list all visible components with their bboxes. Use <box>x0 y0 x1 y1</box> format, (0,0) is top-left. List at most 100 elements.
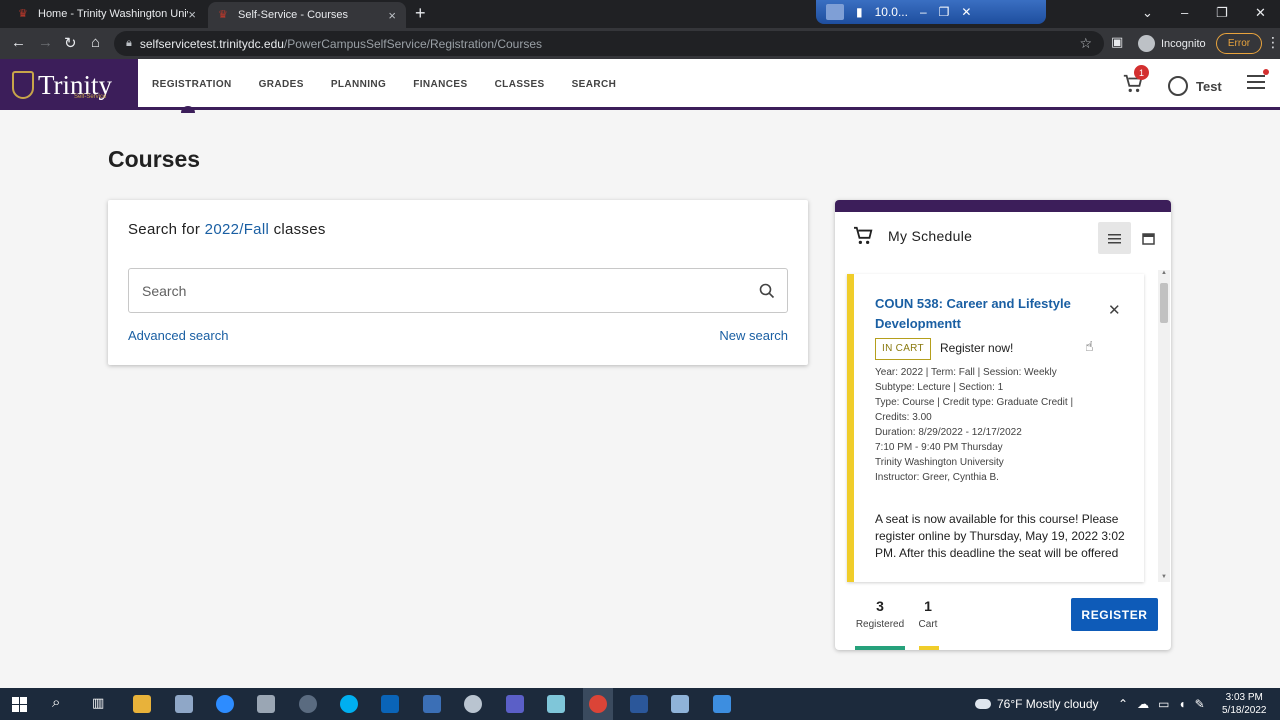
lock-icon[interactable]: 🔒︎ <box>126 37 132 50</box>
window-minimize-icon[interactable]: – <box>1181 5 1188 20</box>
back-icon[interactable]: ← <box>11 34 26 51</box>
minimize-icon[interactable]: – <box>920 5 927 19</box>
zoom-icon[interactable] <box>216 695 234 713</box>
remove-course-icon[interactable]: ✕ <box>1108 301 1121 319</box>
scroll-down-icon[interactable]: ▼ <box>1161 574 1167 580</box>
nav-grades[interactable]: GRADES <box>259 59 304 110</box>
snipping-tool-icon[interactable] <box>547 695 565 713</box>
notepad-icon[interactable] <box>671 695 689 713</box>
remote-desktop-icon[interactable] <box>423 695 441 713</box>
system-clock[interactable]: 3:03 PM 5/18/2022 <box>1222 691 1267 717</box>
nav-registration[interactable]: REGISTRATION <box>152 59 232 113</box>
chrome-icon[interactable] <box>589 695 607 713</box>
tab-search-icon[interactable]: ⌄ <box>1142 5 1153 21</box>
user-menu[interactable]: Test <box>1168 76 1222 96</box>
clock-date: 5/18/2022 <box>1222 705 1267 716</box>
incognito-label: Incognito <box>1161 37 1206 50</box>
hamburger-menu-icon[interactable] <box>1247 75 1265 93</box>
outlook-icon[interactable] <box>381 695 399 713</box>
incognito-icon <box>1138 35 1155 52</box>
url-host: selfservicetest.trinitydc.edu <box>139 36 284 51</box>
error-button[interactable]: Error <box>1216 33 1262 54</box>
network-icon[interactable]: ▭ <box>1158 697 1169 711</box>
close-tab-icon[interactable]: × <box>388 8 396 23</box>
side-panel-icon[interactable]: ▣ <box>1111 34 1123 50</box>
course-card: COUN 538: Career and Lifestyle Developme… <box>847 274 1144 582</box>
course-title-link[interactable]: COUN 538: Career and Lifestyle Developme… <box>875 294 1075 334</box>
windows-start-icon[interactable] <box>12 697 27 712</box>
file-explorer-icon[interactable] <box>133 695 151 713</box>
browser-menu-icon[interactable]: ⋮ <box>1266 34 1280 51</box>
remote-desktop-bar: ▮ 10.0... – ❐ ✕ <box>816 0 1046 24</box>
registered-count: 3 Registered <box>855 598 905 630</box>
detail-line: Trinity Washington University <box>875 457 1004 468</box>
search-icon[interactable]: ⌕ <box>52 694 60 711</box>
notification-dot <box>1263 69 1269 75</box>
cart-count: 1 Cart <box>915 598 941 630</box>
word-icon[interactable] <box>630 695 648 713</box>
search-heading: Search for 2022/Fall classes <box>128 221 326 238</box>
detail-line: Credits: 3.00 <box>875 412 932 423</box>
list-view-button[interactable] <box>1098 222 1131 254</box>
cloud-icon <box>975 699 991 709</box>
cart-count-badge: 1 <box>1134 65 1149 80</box>
tab-title: Self-Service - Courses <box>238 9 349 21</box>
new-search-link[interactable]: New search <box>719 328 788 343</box>
reload-icon[interactable]: ↻ <box>64 34 77 52</box>
calendar-icon <box>1141 232 1155 245</box>
browser-address-bar: ← → ↻ ⌂ 🔒︎ selfservicetest.trinitydc.edu… <box>0 28 1280 59</box>
url-field[interactable]: 🔒︎ selfservicetest.trinitydc.edu /PowerC… <box>114 31 1104 56</box>
register-button[interactable]: REGISTER <box>1071 598 1158 631</box>
volume-icon[interactable]: ◖ <box>1178 697 1185 711</box>
tray-expand-icon[interactable]: ⌃ <box>1118 697 1128 711</box>
nav-finances[interactable]: FINANCES <box>413 59 467 110</box>
weather-widget[interactable]: 76°F Mostly cloudy <box>975 697 1099 711</box>
close-icon[interactable]: ✕ <box>961 5 971 19</box>
calendar-view-button[interactable] <box>1133 222 1163 254</box>
skype-icon[interactable] <box>340 695 358 713</box>
search-input[interactable] <box>129 269 729 312</box>
app-icon[interactable] <box>464 695 482 713</box>
search-icon[interactable] <box>759 283 775 299</box>
main-nav: REGISTRATION GRADES PLANNING FINANCES CL… <box>152 59 643 113</box>
close-tab-icon[interactable]: × <box>188 7 196 22</box>
course-details: Year: 2022 | Term: Fall | Session: Weekl… <box>875 365 1137 485</box>
user-name: Test <box>1196 78 1222 94</box>
pin-icon[interactable] <box>826 4 844 20</box>
restore-icon[interactable]: ❐ <box>939 5 950 19</box>
cart-icon <box>854 226 873 244</box>
onedrive-icon[interactable]: ☁ <box>1137 697 1149 711</box>
incognito-indicator[interactable]: Incognito <box>1138 35 1206 52</box>
security-app-icon[interactable] <box>299 695 317 713</box>
forward-icon[interactable]: → <box>38 34 53 51</box>
schedule-accent-bar <box>835 200 1171 212</box>
task-view-icon[interactable]: ▥ <box>92 695 104 711</box>
trinity-logo[interactable]: Trinity Self-Service <box>0 59 138 110</box>
tab-home[interactable]: ♛ Home - Trinity Washington Unive × <box>8 0 206 28</box>
pen-icon[interactable]: ✎ <box>1195 697 1205 711</box>
scroll-up-icon[interactable]: ▲ <box>1161 270 1167 276</box>
nav-classes[interactable]: CLASSES <box>495 59 545 110</box>
scroll-thumb[interactable] <box>1160 283 1168 323</box>
tab-self-service-courses[interactable]: ♛ Self-Service - Courses × <box>208 2 406 28</box>
list-icon <box>1108 233 1121 243</box>
new-tab-button[interactable]: + <box>415 3 426 24</box>
window-maximize-icon[interactable]: ❐ <box>1216 5 1228 21</box>
schedule-scrollbar[interactable]: ▲ ▼ <box>1158 270 1170 582</box>
window-close-icon[interactable]: ✕ <box>1255 5 1266 21</box>
monitor-app-icon[interactable] <box>713 695 731 713</box>
bookmark-star-icon[interactable]: ☆ <box>1079 35 1092 52</box>
tools-icon[interactable] <box>257 695 275 713</box>
search-box <box>128 268 788 313</box>
page-title: Courses <box>108 146 201 172</box>
logo-subtitle: Self-Service <box>74 94 107 100</box>
search-term-link[interactable]: 2022/Fall <box>205 221 269 238</box>
nav-search[interactable]: SEARCH <box>572 59 617 110</box>
register-now-text: Register now! <box>940 341 1014 355</box>
nav-planning[interactable]: PLANNING <box>331 59 386 110</box>
detail-line: Duration: 8/29/2022 - 12/17/2022 <box>875 427 1022 438</box>
teams-icon[interactable] <box>506 695 524 713</box>
advanced-search-link[interactable]: Advanced search <box>128 328 228 343</box>
network-app-icon[interactable] <box>175 695 193 713</box>
home-icon[interactable]: ⌂ <box>91 34 100 51</box>
